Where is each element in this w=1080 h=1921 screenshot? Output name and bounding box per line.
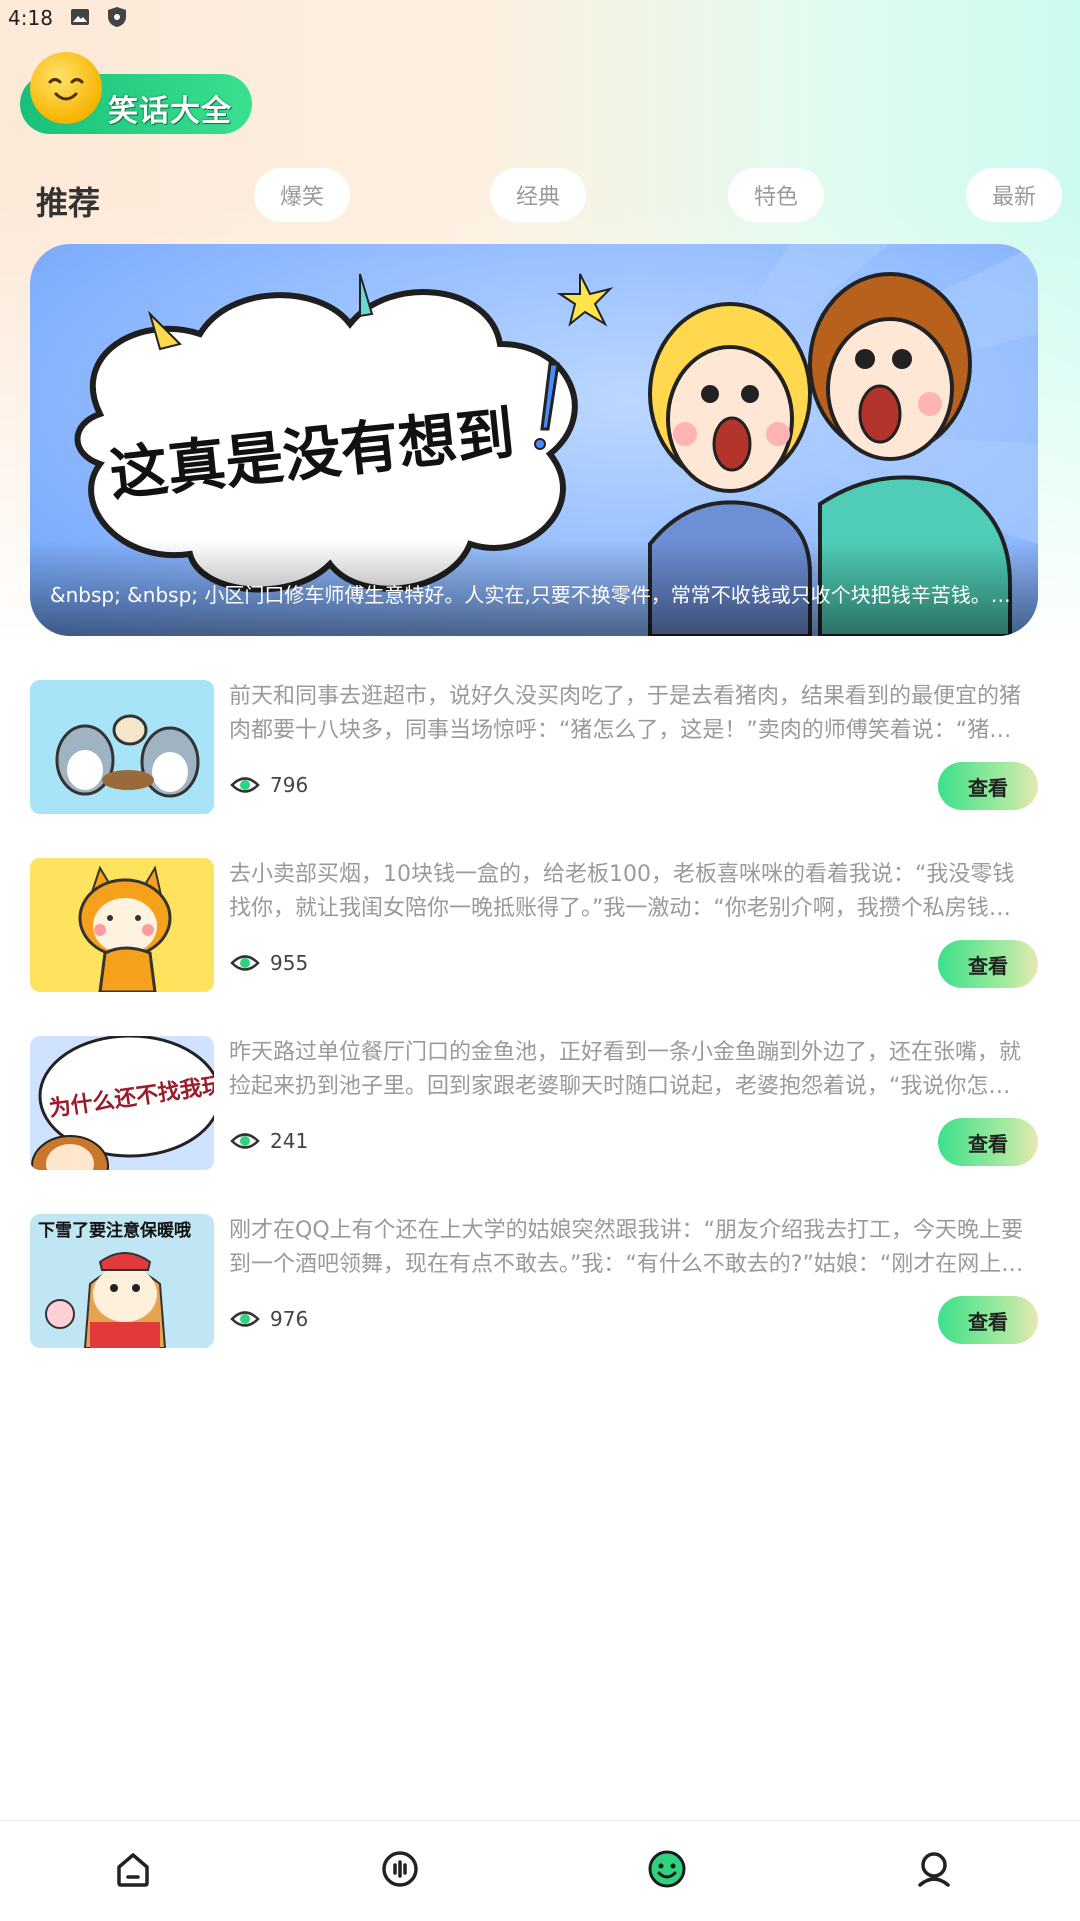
user-icon[interactable] [904,1839,964,1899]
tab-hilarious[interactable]: 爆笑 [254,168,350,222]
tab-latest[interactable]: 最新 [966,168,1062,222]
thumbnail-caption: 下雪了要注意保暖哦 [38,1220,191,1240]
view-count-group: 241 [230,1126,308,1156]
view-count: 976 [270,1307,309,1331]
joke-item[interactable]: 前天和同事去逛超市，说好久没买肉吃了，于是去看猪肉，结果看到的最便宜的猪肉都要十… [0,680,1080,816]
status-time: 4:18 [8,6,53,30]
joke-thumbnail: 下雪了要注意保暖哦 [30,1214,214,1348]
tab-recommend[interactable]: 推荐 [36,178,100,224]
view-count-group: 976 [230,1304,308,1334]
joke-text: 前天和同事去逛超市，说好久没买肉吃了，于是去看猪肉，结果看到的最便宜的猪肉都要十… [229,684,1022,743]
eye-icon [230,1311,260,1327]
joke-text: 昨天路过单位餐厅门口的金鱼池，正好看到一条小金鱼蹦到外边了，还在张嘴，就捡起来扔… [229,1040,1022,1099]
app-logo: 笑话大全 [20,52,255,136]
joke-text: 去小卖部买烟，10块钱一盒的，给老板100，老板喜咪咪的看着我说：“我没零钱找你… [229,862,1015,921]
view-count-group: 796 [230,770,308,800]
eye-icon [230,1133,260,1149]
view-button[interactable]: 查看 [938,1118,1038,1166]
joke-item[interactable]: 为什么还不找我玩? 昨天路过单位餐厅门口的金鱼池，正好看到一条小金鱼蹦到外边了，… [0,1036,1080,1172]
view-count: 955 [270,951,309,975]
view-count: 241 [270,1129,309,1153]
view-button[interactable]: 查看 [938,1296,1038,1344]
home-icon[interactable] [103,1839,163,1899]
eye-icon [230,777,260,793]
shield-icon [108,7,126,27]
bottom-navigation [0,1820,1080,1921]
tab-featured[interactable]: 特色 [728,168,824,222]
view-button[interactable]: 查看 [938,940,1038,988]
status-bar: 4:18 [0,0,1080,36]
logo-text: 笑话大全 [108,95,232,128]
banner-caption: &nbsp; &nbsp; 小区门口修车师傅生意特好。人实在,只要不换零件，常常… [50,583,1020,607]
tab-classic[interactable]: 经典 [490,168,586,222]
smiley-icon[interactable] [637,1839,697,1899]
joke-thumbnail [30,680,214,814]
audio-bars-icon[interactable] [370,1839,430,1899]
joke-text: 刚才在QQ上有个还在上大学的姑娘突然跟我讲：“朋友介绍我去打工，今天晚上要到一个… [229,1218,1024,1277]
joke-thumbnail: 为什么还不找我玩? [30,1036,214,1170]
joke-item[interactable]: 去小卖部买烟，10块钱一盒的，给老板100，老板喜咪咪的看着我说：“我没零钱找你… [0,858,1080,994]
joke-item[interactable]: 下雪了要注意保暖哦 刚才在QQ上有个还在上大学的姑娘突然跟我讲：“朋友介绍我去打… [0,1214,1080,1350]
joke-thumbnail [30,858,214,992]
smiley-face-icon [30,52,102,124]
view-count: 796 [270,773,309,797]
featured-banner[interactable]: 这真是没有想到 &nbsp; &nbsp; 小区门口修车师傅生意特好。人实在,只… [30,244,1038,636]
image-icon [71,9,89,25]
view-button[interactable]: 查看 [938,762,1038,810]
eye-icon [230,955,260,971]
view-count-group: 955 [230,948,308,978]
category-tabs: 推荐 爆笑 经典 特色 最新 [0,168,1080,224]
